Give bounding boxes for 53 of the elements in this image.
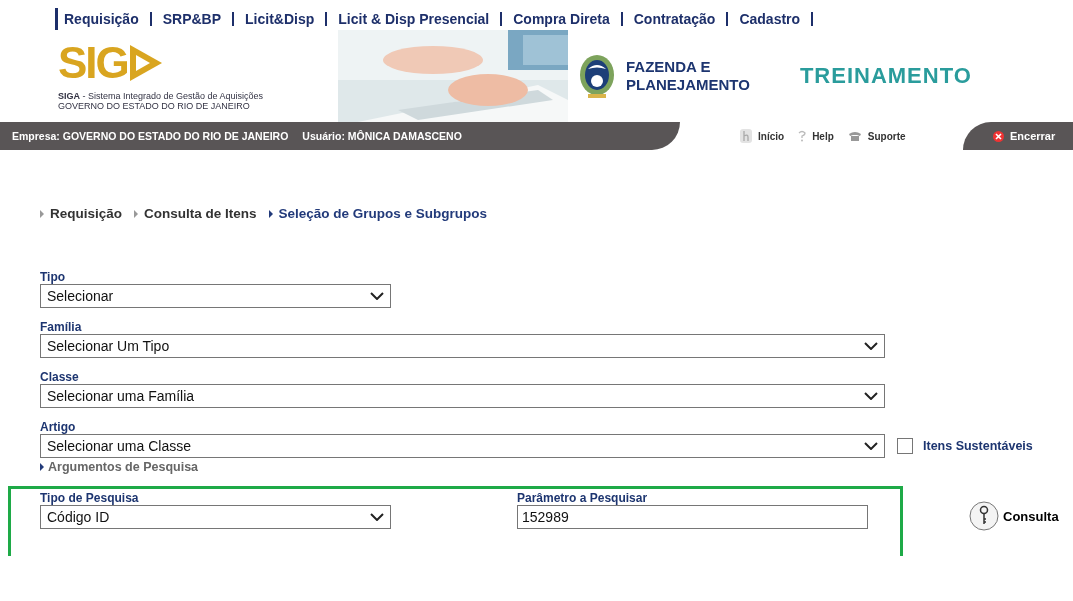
chevron-icon <box>370 292 384 300</box>
play-icon <box>127 43 164 83</box>
close-icon <box>993 130 1004 142</box>
chevron-icon <box>864 342 878 350</box>
phone-icon <box>847 131 862 141</box>
caret-icon <box>40 463 44 471</box>
field-label: Classe <box>40 370 80 384</box>
environment-label: TREINAMENTO <box>799 63 972 89</box>
menu-link[interactable]: Requisição <box>64 11 139 27</box>
menu-link[interactable]: Cadastro <box>739 11 801 27</box>
header-link[interactable]: Help <box>812 130 834 142</box>
breadcrumb-link[interactable]: Seleção de Grupos e Subgrupos <box>278 206 488 221</box>
field-label: Tipo de Pesquisa <box>40 491 140 505</box>
menu-link[interactable]: Licit & Disp Presencial <box>338 11 490 27</box>
menu-link[interactable]: Contratação <box>633 11 716 27</box>
company-label: Empresa: GOVERNO DO ESTADO DO RIO DE JANEIRO <box>12 130 289 142</box>
header-link[interactable]: Início <box>758 130 785 142</box>
caret-icon <box>134 209 139 218</box>
crest-icon <box>578 53 616 99</box>
breadcrumb-link[interactable]: Consulta de Itens <box>144 206 257 221</box>
chevron-icon <box>370 513 384 521</box>
menu-link[interactable]: Licit&Disp <box>245 11 315 27</box>
dropdown[interactable]: Código ID <box>40 505 391 529</box>
dropdown[interactable]: Selecionar <box>40 284 391 308</box>
system-name: SIGA - Sistema Integrado de Gestão de Aquisições <box>58 91 265 101</box>
chevron-icon <box>864 392 878 400</box>
breadcrumb-link[interactable]: Requisição <box>50 206 123 221</box>
key-icon <box>969 501 999 531</box>
checkbox[interactable] <box>897 438 913 454</box>
header-link[interactable]: Suporte <box>867 130 906 142</box>
logo-text: SIG <box>58 41 128 85</box>
search-arguments-link[interactable]: Argumentos de Pesquisa <box>48 460 199 474</box>
home-icon <box>740 129 752 143</box>
dropdown[interactable]: Selecionar Um Tipo <box>40 334 885 358</box>
field-label: Família <box>40 320 83 334</box>
field-label: Artigo <box>40 420 77 434</box>
government-name: GOVERNO DO ESTADO DO RIO DE JANEIRO <box>58 101 251 111</box>
menu-link[interactable]: SRP&BP <box>162 11 222 27</box>
checkbox-label: Itens Sustentáveis <box>923 439 1033 453</box>
logout-button[interactable]: Encerrar <box>963 122 1073 150</box>
input-field[interactable]: 152989 <box>517 505 868 529</box>
help-icon <box>798 130 807 142</box>
user-label: Usuário: MÔNICA DAMASCENO <box>302 130 462 142</box>
field-label: Parâmetro a Pesquisar <box>517 491 649 505</box>
caret-icon <box>40 209 44 218</box>
dropdown[interactable]: Selecionar uma Classe <box>40 434 885 458</box>
menu-link[interactable]: Compra Direta <box>513 11 610 27</box>
agency-name: FAZENDA E PLANEJAMENTO <box>626 58 750 94</box>
field-label: Tipo <box>40 270 67 284</box>
dropdown[interactable]: Selecionar uma Família <box>40 384 885 408</box>
chevron-icon <box>864 442 878 450</box>
caret-icon <box>268 209 273 218</box>
search-button[interactable]: Consulta <box>969 501 1059 531</box>
